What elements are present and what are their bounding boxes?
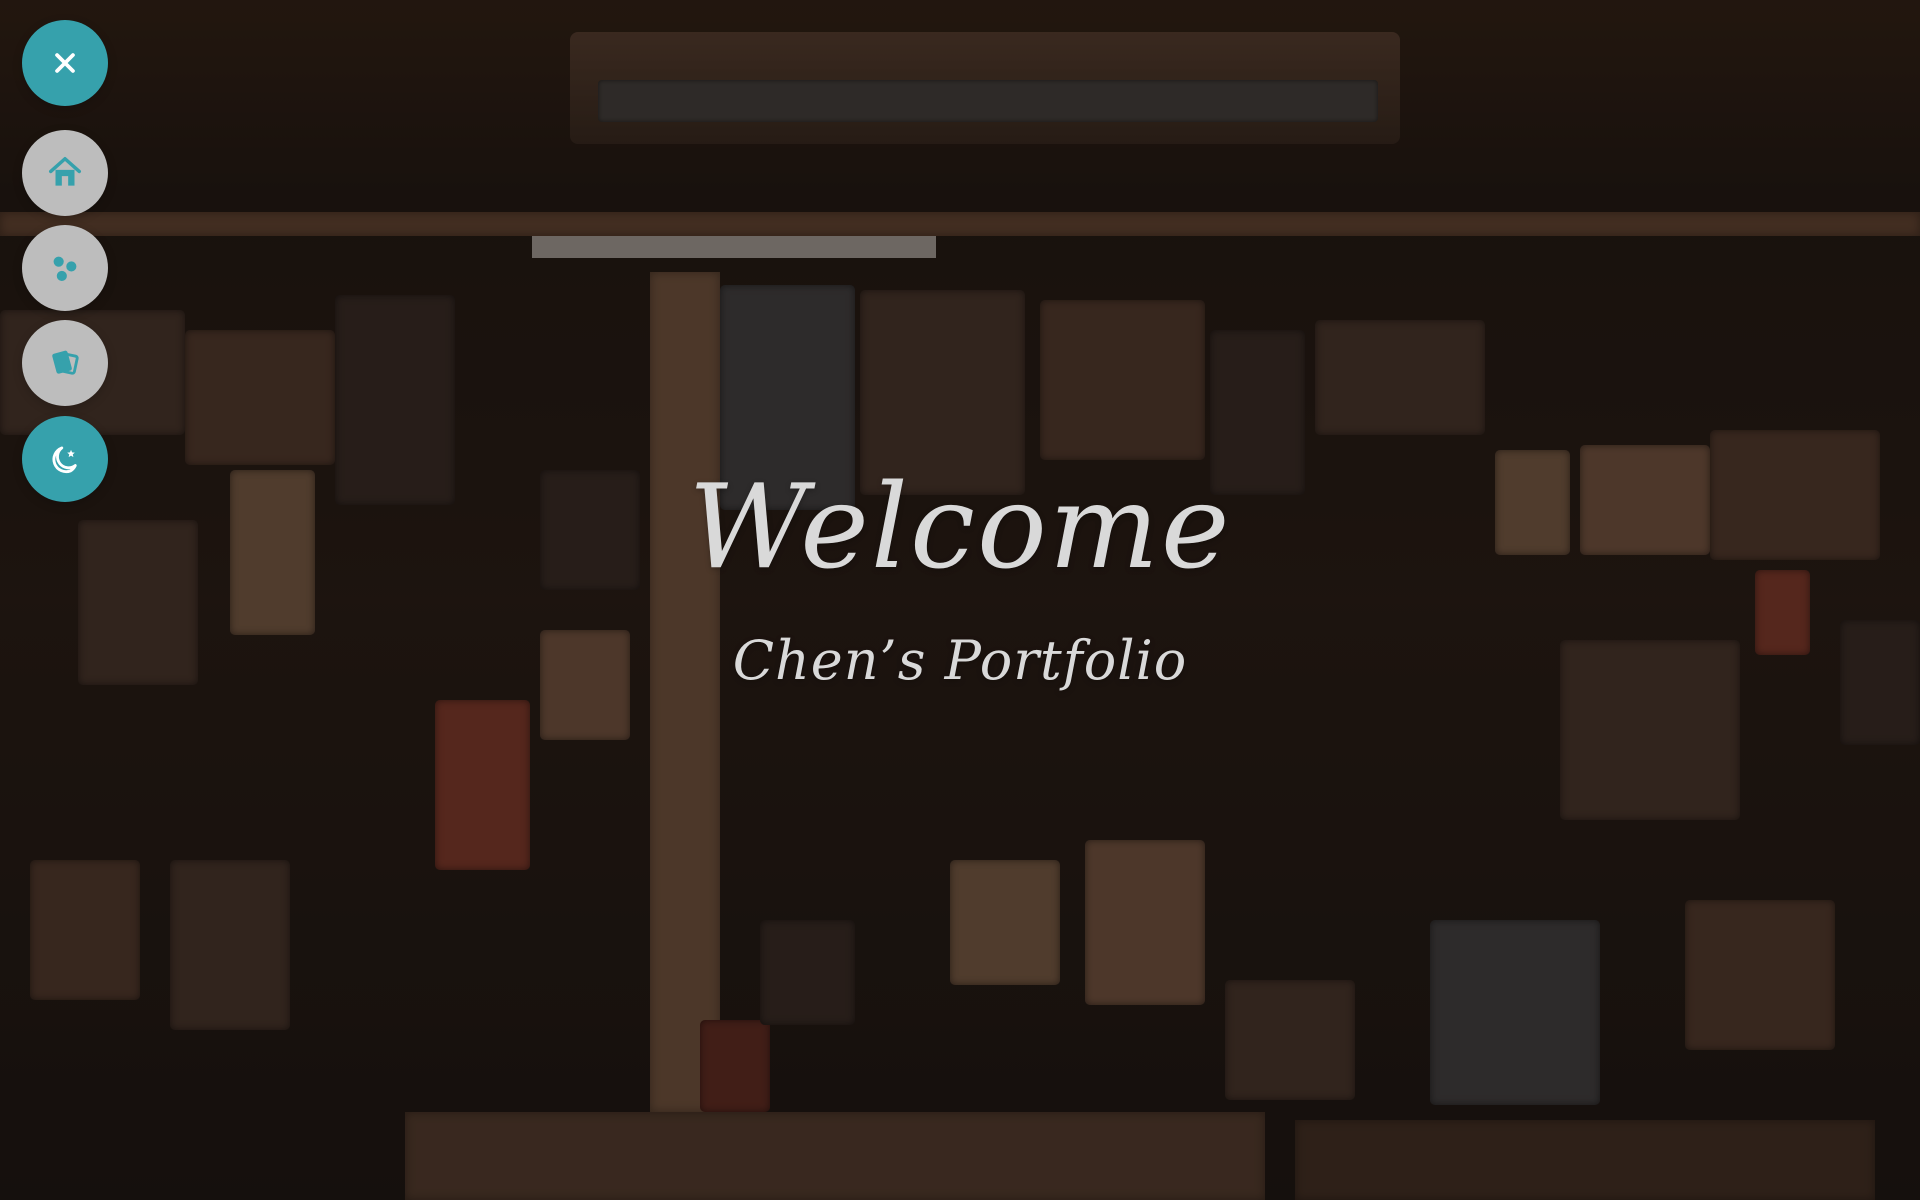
theme-toggle-button[interactable] — [22, 416, 108, 502]
welcome-title: Welcome — [688, 460, 1232, 595]
share-button[interactable] — [22, 225, 108, 311]
moon-star-icon — [52, 446, 77, 474]
hero-section: Welcome Chen’s Portfolio — [0, 470, 1920, 688]
share-icon — [53, 256, 77, 281]
portfolio-subtitle: Chen’s Portfolio — [732, 629, 1188, 692]
close-button[interactable] — [22, 20, 108, 106]
close-icon — [55, 53, 75, 73]
portfolio-landing-page: Welcome Chen’s Portfolio — [0, 0, 1920, 1200]
card-button[interactable] — [22, 320, 108, 406]
home-icon — [49, 157, 81, 186]
home-button[interactable] — [22, 130, 108, 216]
card-icon — [52, 350, 79, 375]
